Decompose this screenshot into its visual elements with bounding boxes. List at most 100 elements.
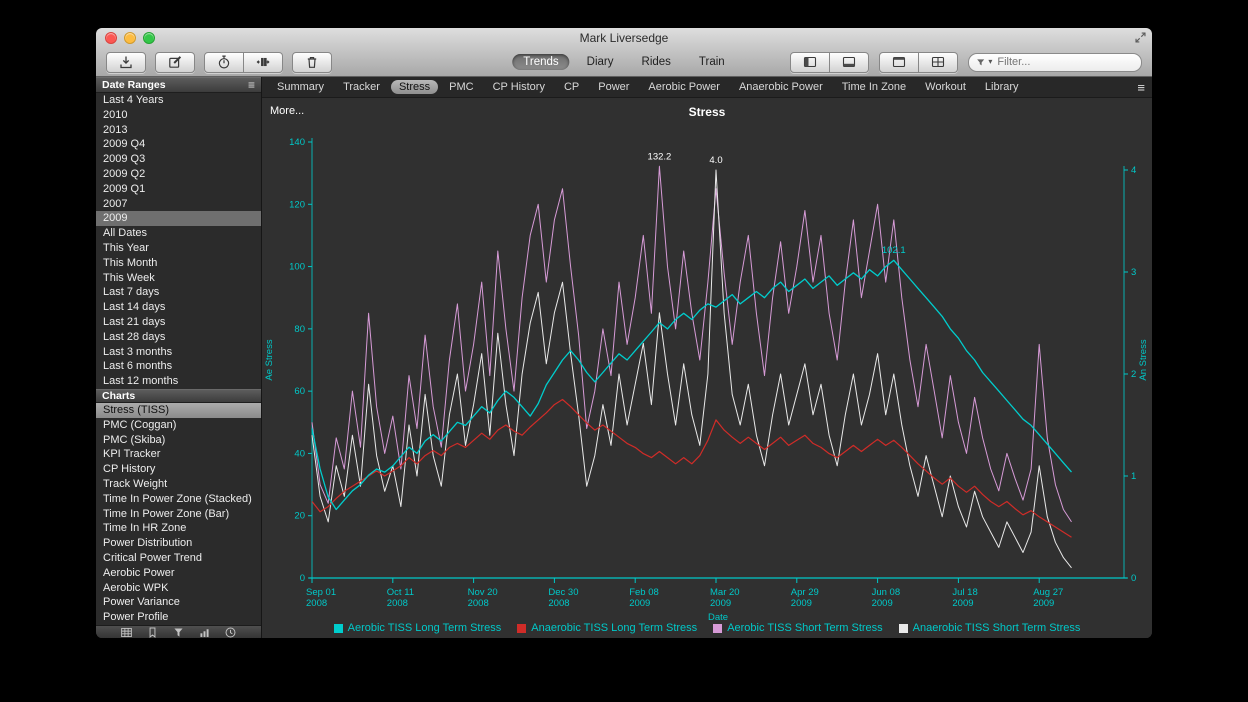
chart-item-time-in-power-zone-bar[interactable]: Time In Power Zone (Bar)	[96, 507, 261, 522]
chart-item-aerobic-wpk[interactable]: Aerobic WPK	[96, 581, 261, 596]
date-range-last-21-days[interactable]: Last 21 days	[96, 315, 261, 330]
sidebar-left-icon	[802, 54, 818, 70]
view-button-trends[interactable]: Trends	[512, 54, 569, 70]
tab-workout[interactable]: Workout	[917, 80, 974, 94]
bookmark-icon[interactable]	[146, 626, 159, 638]
date-range-2009[interactable]: 2009	[96, 211, 261, 226]
desktop: { "window": { "title": "Mark Liversedge"…	[0, 0, 1248, 702]
chart-table-icon[interactable]	[120, 626, 133, 638]
svg-text:Mar 20: Mar 20	[710, 587, 740, 598]
sidebar-toggle-button[interactable]	[790, 52, 830, 73]
chart-item-critical-power-trend[interactable]: Critical Power Trend	[96, 551, 261, 566]
tab-time-in-zone[interactable]: Time In Zone	[834, 80, 914, 94]
date-range-last-7-days[interactable]: Last 7 days	[96, 285, 261, 300]
stopwatch-button[interactable]	[204, 52, 244, 73]
chart-item-kpi-tracker[interactable]: KPI Tracker	[96, 447, 261, 462]
chart-item-time-in-hr-zone[interactable]: Time In HR Zone	[96, 521, 261, 536]
date-range-2009-q4[interactable]: 2009 Q4	[96, 137, 261, 152]
legend-anaerobic-tiss-long-term-stress: Anaerobic TISS Long Term Stress	[517, 622, 697, 634]
chart-item-pmc-skiba[interactable]: PMC (Skiba)	[96, 433, 261, 448]
filter-dropdown-icon[interactable]: ▾	[988, 58, 992, 66]
zoom-window-button[interactable]	[143, 32, 155, 44]
delete-button[interactable]	[292, 52, 332, 73]
bar-chart-icon[interactable]	[198, 626, 211, 638]
svg-text:1: 1	[1131, 471, 1136, 482]
tab-pmc[interactable]: PMC	[441, 80, 481, 94]
stress-chart[interactable]: 02040608010012014001234Sep 012008Oct 112…	[262, 98, 1152, 638]
chart-item-track-weight[interactable]: Track Weight	[96, 477, 261, 492]
view-button-rides[interactable]: Rides	[631, 54, 682, 70]
date-range-2010[interactable]: 2010	[96, 108, 261, 123]
filter-field[interactable]: ▾	[968, 53, 1142, 72]
tab-aerobic-power[interactable]: Aerobic Power	[640, 80, 728, 94]
date-range-this-year[interactable]: This Year	[96, 241, 261, 256]
edit-button[interactable]	[155, 52, 195, 73]
chart-tabbar: SummaryTrackerStressPMC CP HistoryCPPower…	[262, 77, 1152, 98]
chart-item-power-distribution[interactable]: Power Distribution	[96, 536, 261, 551]
tab-cp[interactable]: CP	[556, 80, 587, 94]
tab-tracker[interactable]: Tracker	[335, 80, 388, 94]
svg-text:100: 100	[289, 262, 305, 273]
download-button[interactable]	[106, 52, 146, 73]
svg-text:2009: 2009	[710, 598, 731, 609]
svg-text:60: 60	[294, 386, 305, 397]
charts-header: Charts	[96, 389, 261, 403]
svg-text:Apr 29: Apr 29	[791, 587, 819, 598]
date-range-2013[interactable]: 2013	[96, 123, 261, 138]
bottombar-toggle-button[interactable]	[830, 52, 869, 73]
tab-summary[interactable]: Summary	[269, 80, 332, 94]
date-range-last-3-months[interactable]: Last 3 months	[96, 345, 261, 360]
chart-item-stress-tiss[interactable]: Stress (TISS)	[96, 403, 261, 418]
chart-item-time-in-power-zone-stacked[interactable]: Time In Power Zone (Stacked)	[96, 492, 261, 507]
charts-list: Stress (TISS)PMC (Coggan)PMC (Skiba)KPI …	[96, 403, 261, 625]
tiled-window-icon	[930, 54, 946, 70]
view-button-diary[interactable]: Diary	[576, 54, 625, 70]
intervals-button[interactable]	[244, 52, 283, 73]
titlebar[interactable]: Mark Liversedge	[96, 28, 1152, 48]
date-range-2007[interactable]: 2007	[96, 197, 261, 212]
chart-item-power-profile[interactable]: Power Profile	[96, 610, 261, 625]
date-ranges-list: Last 4 Years201020132009 Q42009 Q32009 Q…	[96, 93, 261, 389]
tabbar-menu-icon[interactable]: ≡	[1137, 80, 1145, 95]
svg-text:3: 3	[1131, 267, 1136, 278]
close-window-button[interactable]	[105, 32, 117, 44]
date-range-2009-q1[interactable]: 2009 Q1	[96, 182, 261, 197]
date-range-last-12-months[interactable]: Last 12 months	[96, 374, 261, 389]
trash-icon	[304, 54, 320, 70]
intervals-icon	[255, 54, 271, 70]
chart-legend: Aerobic TISS Long Term StressAnaerobic T…	[262, 622, 1152, 634]
clock-icon[interactable]	[224, 626, 237, 638]
date-range-last-28-days[interactable]: Last 28 days	[96, 330, 261, 345]
tab-cp-history[interactable]: CP History	[485, 80, 553, 94]
compose-icon	[167, 54, 183, 70]
fullscreen-icon[interactable]	[1134, 31, 1147, 44]
legend-aerobic-tiss-short-term-stress: Aerobic TISS Short Term Stress	[713, 622, 882, 634]
date-range-this-week[interactable]: This Week	[96, 271, 261, 286]
tiled-view-button[interactable]	[919, 52, 958, 73]
svg-text:20: 20	[294, 511, 305, 522]
date-range-all-dates[interactable]: All Dates	[96, 226, 261, 241]
tab-power[interactable]: Power	[590, 80, 637, 94]
date-range-last-14-days[interactable]: Last 14 days	[96, 300, 261, 315]
date-range-last-4-years[interactable]: Last 4 Years	[96, 93, 261, 108]
svg-text:120: 120	[289, 199, 305, 210]
svg-text:2009: 2009	[952, 598, 973, 609]
chart-panel: More... Stress 02040608010012014001234Se…	[262, 98, 1152, 638]
single-view-button[interactable]	[879, 52, 919, 73]
chart-item-power-variance[interactable]: Power Variance	[96, 595, 261, 610]
filter-icon[interactable]	[172, 626, 185, 638]
chart-item-cp-history[interactable]: CP History	[96, 462, 261, 477]
chart-item-pmc-coggan[interactable]: PMC (Coggan)	[96, 418, 261, 433]
tab-stress[interactable]: Stress	[391, 80, 438, 94]
filter-input[interactable]	[995, 55, 1134, 69]
date-range-2009-q3[interactable]: 2009 Q3	[96, 152, 261, 167]
view-button-train[interactable]: Train	[688, 54, 736, 70]
date-range-2009-q2[interactable]: 2009 Q2	[96, 167, 261, 182]
date-range-last-6-months[interactable]: Last 6 months	[96, 359, 261, 374]
sidebar-menu-icon[interactable]: ≡	[248, 78, 255, 92]
minimize-window-button[interactable]	[124, 32, 136, 44]
date-range-this-month[interactable]: This Month	[96, 256, 261, 271]
tab-library[interactable]: Library	[977, 80, 1027, 94]
chart-item-aerobic-power[interactable]: Aerobic Power	[96, 566, 261, 581]
tab-anaerobic-power[interactable]: Anaerobic Power	[731, 80, 831, 94]
